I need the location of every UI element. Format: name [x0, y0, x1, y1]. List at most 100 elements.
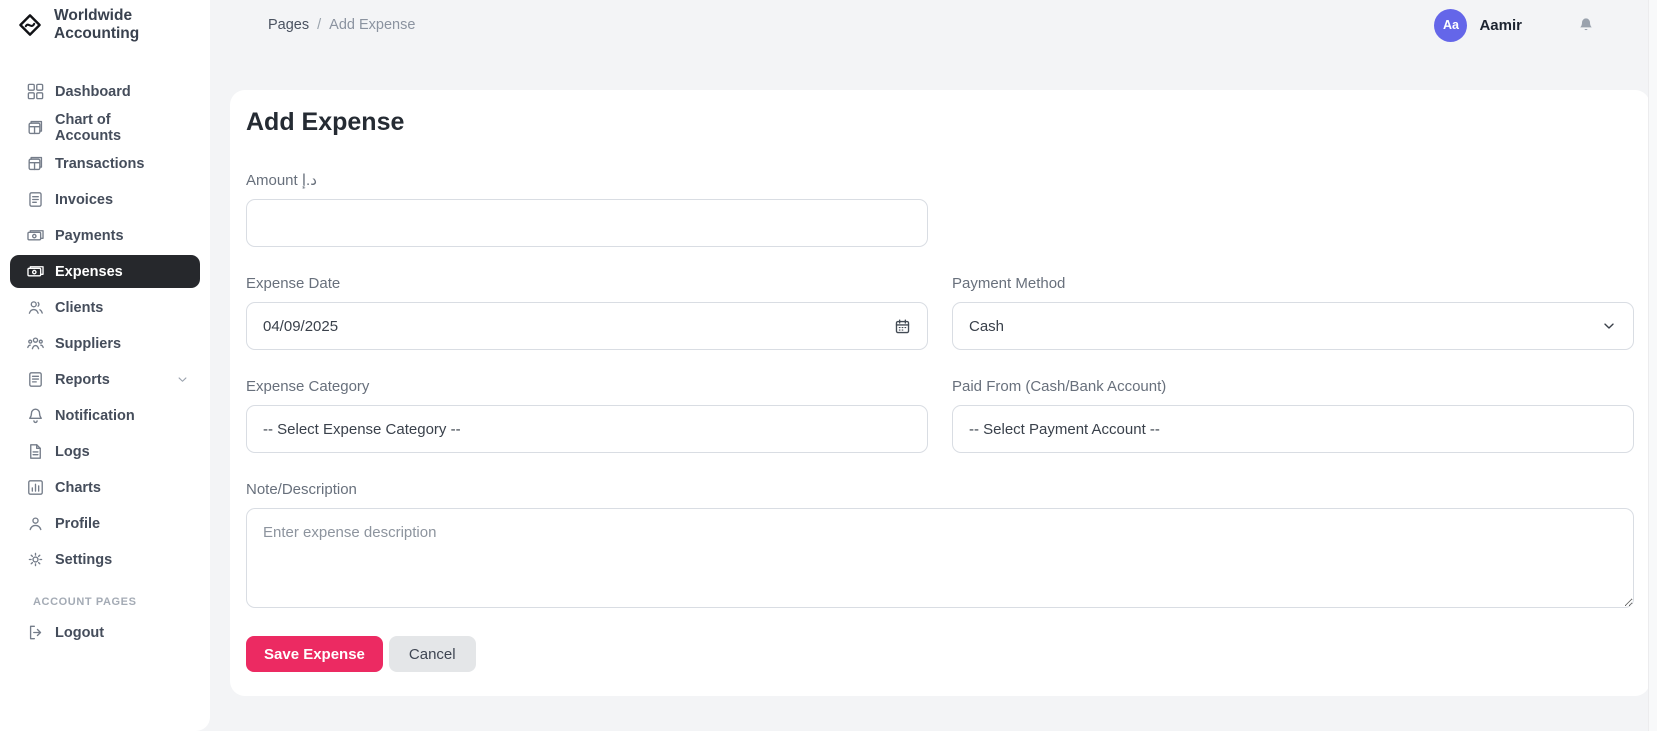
sidebar-item-label: Settings: [55, 552, 112, 568]
brand-name: Worldwide Accounting: [54, 7, 210, 43]
note-textarea[interactable]: [246, 508, 1634, 608]
user-menu: Aa Aamir: [1434, 9, 1657, 42]
bell-icon[interactable]: [1577, 16, 1595, 34]
logout-icon: [26, 623, 45, 642]
gear-icon: [26, 550, 45, 569]
table-icon: [26, 118, 45, 137]
chevron-down-icon: [175, 408, 190, 423]
table-icon: [26, 154, 45, 173]
amount-label: Amount د.إ: [246, 171, 928, 189]
form-actions: Save Expense Cancel: [246, 636, 1634, 672]
users-icon: [26, 298, 45, 317]
sidebar-item-logs[interactable]: Logs: [10, 435, 200, 468]
expense-date-label: Expense Date: [246, 275, 928, 292]
chevron-down-icon: [175, 336, 190, 351]
chevron-down-icon: [1601, 318, 1617, 334]
breadcrumb-pages-link[interactable]: Pages: [268, 17, 309, 33]
chevron-down-icon: [175, 516, 190, 531]
cancel-button[interactable]: Cancel: [389, 636, 476, 672]
banknote-icon: [26, 262, 45, 281]
bell-icon: [26, 406, 45, 425]
payment-method-field-group: Payment Method Cash: [952, 275, 1634, 350]
sidebar-item-label: Notification: [55, 408, 135, 424]
sidebar-nav: Dashboard Chart of Accounts Transactions…: [0, 50, 210, 649]
scrollbar-track[interactable]: [1648, 0, 1657, 731]
brand[interactable]: Worldwide Accounting: [0, 0, 210, 50]
breadcrumb: Pages / Add Expense: [268, 17, 415, 33]
grid-icon: [26, 82, 45, 101]
chevron-down-icon: [175, 300, 190, 315]
avatar[interactable]: Aa: [1434, 9, 1467, 42]
sidebar-item-invoices[interactable]: Invoices: [10, 183, 200, 216]
breadcrumb-separator: /: [317, 17, 321, 33]
sidebar-item-label: Invoices: [55, 192, 113, 208]
chevron-down-icon: [175, 84, 190, 99]
chevron-down-icon: [175, 192, 190, 207]
amount-input[interactable]: [246, 199, 928, 247]
paid-from-field-group: Paid From (Cash/Bank Account) -- Select …: [952, 378, 1634, 453]
breadcrumb-current: Add Expense: [329, 17, 415, 33]
sidebar-item-transactions[interactable]: Transactions: [10, 147, 200, 180]
sidebar-item-notification[interactable]: Notification: [10, 399, 200, 432]
sidebar-item-logout[interactable]: Logout: [10, 616, 200, 649]
save-expense-button[interactable]: Save Expense: [246, 636, 383, 672]
paid-from-select[interactable]: -- Select Payment Account --: [952, 405, 1634, 453]
paid-from-label: Paid From (Cash/Bank Account): [952, 378, 1634, 395]
sidebar-item-clients[interactable]: Clients: [10, 291, 200, 324]
sidebar-item-label: Charts: [55, 480, 101, 496]
payment-method-select[interactable]: Cash: [952, 302, 1634, 350]
chevron-down-icon: [175, 444, 190, 459]
people-group-icon: [26, 334, 45, 353]
sidebar-item-profile[interactable]: Profile: [10, 507, 200, 540]
chevron-down-icon: [175, 372, 190, 387]
banknote-icon: [26, 226, 45, 245]
sidebar-item-label: Profile: [55, 516, 100, 532]
chevron-down-icon: [175, 552, 190, 567]
sidebar-item-label: Dashboard: [55, 84, 131, 100]
sidebar-item-payments[interactable]: Payments: [10, 219, 200, 252]
chevron-down-icon: [175, 480, 190, 495]
expense-date-value: 04/09/2025: [263, 318, 338, 335]
page-title: Add Expense: [246, 108, 1634, 137]
sidebar-item-chart-of-accounts[interactable]: Chart of Accounts: [10, 111, 200, 144]
note-label: Note/Description: [246, 481, 1634, 498]
chevron-down-icon: [175, 120, 190, 135]
sidebar-item-label: Chart of Accounts: [55, 112, 165, 144]
chevron-down-icon: [175, 156, 190, 171]
add-expense-card: Add Expense Amount د.إ Expense Date 04/0…: [230, 90, 1650, 696]
payment-method-label: Payment Method: [952, 275, 1634, 292]
report-icon: [26, 370, 45, 389]
sidebar-item-charts[interactable]: Charts: [10, 471, 200, 504]
sidebar-item-expenses[interactable]: Expenses: [10, 255, 200, 288]
chevron-down-icon: [175, 264, 190, 279]
expense-category-field-group: Expense Category -- Select Expense Categ…: [246, 378, 928, 453]
diamond-swirl-icon: [18, 13, 42, 37]
sidebar-item-suppliers[interactable]: Suppliers: [10, 327, 200, 360]
sidebar-item-label: Clients: [55, 300, 103, 316]
expense-category-value: -- Select Expense Category --: [263, 421, 461, 438]
user-icon: [26, 514, 45, 533]
chevron-down-icon: [175, 625, 190, 640]
bar-chart-icon: [26, 478, 45, 497]
document-icon: [26, 190, 45, 209]
sidebar-item-reports[interactable]: Reports: [10, 363, 200, 396]
amount-field-group: Amount د.إ: [246, 171, 928, 247]
calendar-icon[interactable]: [894, 318, 911, 335]
note-field-group: Note/Description: [246, 481, 1634, 608]
sidebar-item-label: Transactions: [55, 156, 144, 172]
sidebar-item-settings[interactable]: Settings: [10, 543, 200, 576]
sidebar-item-label: Suppliers: [55, 336, 121, 352]
expense-category-select[interactable]: -- Select Expense Category --: [246, 405, 928, 453]
sidebar-item-label: Logout: [55, 625, 104, 641]
account-pages-section-label: ACCOUNT PAGES: [33, 596, 200, 608]
username: Aamir: [1479, 17, 1522, 34]
sidebar-item-label: Reports: [55, 372, 110, 388]
add-expense-form: Amount د.إ Expense Date 04/09/2025: [246, 171, 1634, 672]
chevron-down-icon: [175, 228, 190, 243]
sidebar-item-label: Payments: [55, 228, 124, 244]
expense-category-label: Expense Category: [246, 378, 928, 395]
file-icon: [26, 442, 45, 461]
sidebar: Worldwide Accounting Dashboard Chart of …: [0, 0, 210, 731]
expense-date-input[interactable]: 04/09/2025: [246, 302, 928, 350]
sidebar-item-dashboard[interactable]: Dashboard: [10, 75, 200, 108]
